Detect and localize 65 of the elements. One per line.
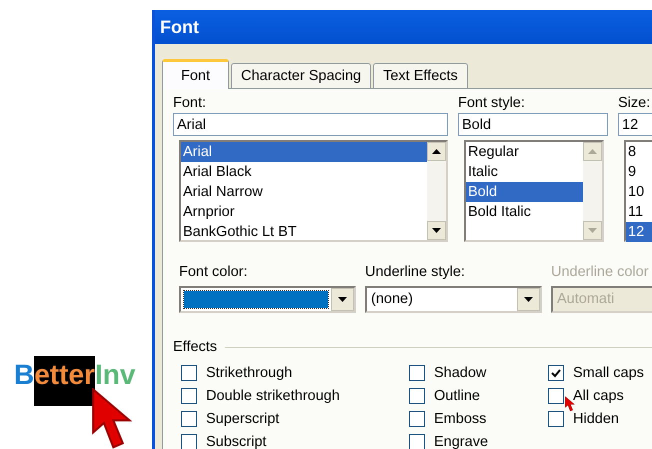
check-icon xyxy=(551,368,561,378)
list-item[interactable]: 10 xyxy=(626,182,652,202)
list-item[interactable]: 9 xyxy=(626,162,652,182)
list-item[interactable]: 8 xyxy=(626,142,652,162)
checkbox-label: Hidden xyxy=(573,410,619,429)
caret-icon xyxy=(338,297,347,302)
font-field[interactable]: Arial xyxy=(173,113,448,136)
list-item[interactable]: Bold Italic xyxy=(466,202,583,222)
checkbox[interactable] xyxy=(181,388,197,404)
logo-text: B xyxy=(14,360,34,390)
checkbox-label: Double strikethrough xyxy=(206,387,340,406)
checkbox[interactable] xyxy=(409,388,425,404)
checkbox-label: Subscript xyxy=(206,433,266,449)
down-triangle-icon xyxy=(432,228,441,233)
dropdown-label: Underline color xyxy=(551,263,650,282)
dropdown-label: Font color: xyxy=(179,263,248,282)
list-item[interactable]: 12 xyxy=(626,222,652,242)
tab[interactable]: Text Effects xyxy=(373,63,468,88)
list-item[interactable]: Regular xyxy=(466,142,583,162)
checkbox[interactable] xyxy=(409,411,425,427)
checkbox[interactable] xyxy=(409,365,425,381)
checkbox[interactable] xyxy=(181,365,197,381)
list-item[interactable]: Italic xyxy=(466,162,583,182)
dropdown[interactable] xyxy=(179,286,356,313)
checkbox-label: Small caps xyxy=(573,364,644,383)
list-item[interactable]: Arial Black xyxy=(181,162,427,182)
list-item[interactable]: BankGothic Lt BT xyxy=(181,222,427,242)
field-label: Size: xyxy=(618,94,652,113)
logo-text: Inv xyxy=(94,360,136,390)
group-title: Effects xyxy=(173,338,218,357)
down-triangle-icon xyxy=(588,228,597,233)
up-triangle-icon xyxy=(588,149,597,154)
field-label: Font: xyxy=(173,94,208,113)
scroll-up-button[interactable] xyxy=(427,142,446,161)
dropdown[interactable]: (none) xyxy=(365,286,542,313)
field-label: Font style: xyxy=(458,94,526,113)
up-triangle-icon xyxy=(432,149,441,154)
caret-icon xyxy=(524,297,533,302)
list-item[interactable]: Arial xyxy=(181,142,427,162)
checkbox-label: Strikethrough xyxy=(206,364,292,383)
checkbox-label: Emboss xyxy=(434,410,486,429)
checkbox[interactable] xyxy=(548,411,564,427)
checkbox[interactable] xyxy=(181,434,197,449)
dropdown-label: Underline style: xyxy=(365,263,466,282)
checkbox-label: Outline xyxy=(434,387,480,406)
checkbox[interactable] xyxy=(409,434,425,449)
checkbox-label: All caps xyxy=(573,387,624,406)
window-title: Font xyxy=(155,10,652,44)
checkbox[interactable] xyxy=(548,388,564,404)
checkbox[interactable] xyxy=(548,365,564,381)
font-style-field[interactable]: Bold xyxy=(458,113,608,136)
tab[interactable]: Character Spacing xyxy=(231,63,372,88)
pointer-icon xyxy=(90,388,134,449)
list-item[interactable]: Arial Narrow xyxy=(181,182,427,202)
list-item[interactable]: Bold xyxy=(466,182,583,202)
checkbox-label: Engrave xyxy=(434,433,488,449)
list-item[interactable]: 11 xyxy=(626,202,652,222)
checkbox-label: Superscript xyxy=(206,410,280,429)
checkbox[interactable] xyxy=(181,411,197,427)
tab[interactable]: Font xyxy=(162,59,230,89)
scroll-down-button[interactable] xyxy=(427,221,446,240)
size-field[interactable]: 12 xyxy=(618,113,652,136)
logo-text: etter xyxy=(34,360,95,390)
checkbox-label: Shadow xyxy=(434,364,486,383)
list-item[interactable]: Arnprior xyxy=(181,202,427,222)
